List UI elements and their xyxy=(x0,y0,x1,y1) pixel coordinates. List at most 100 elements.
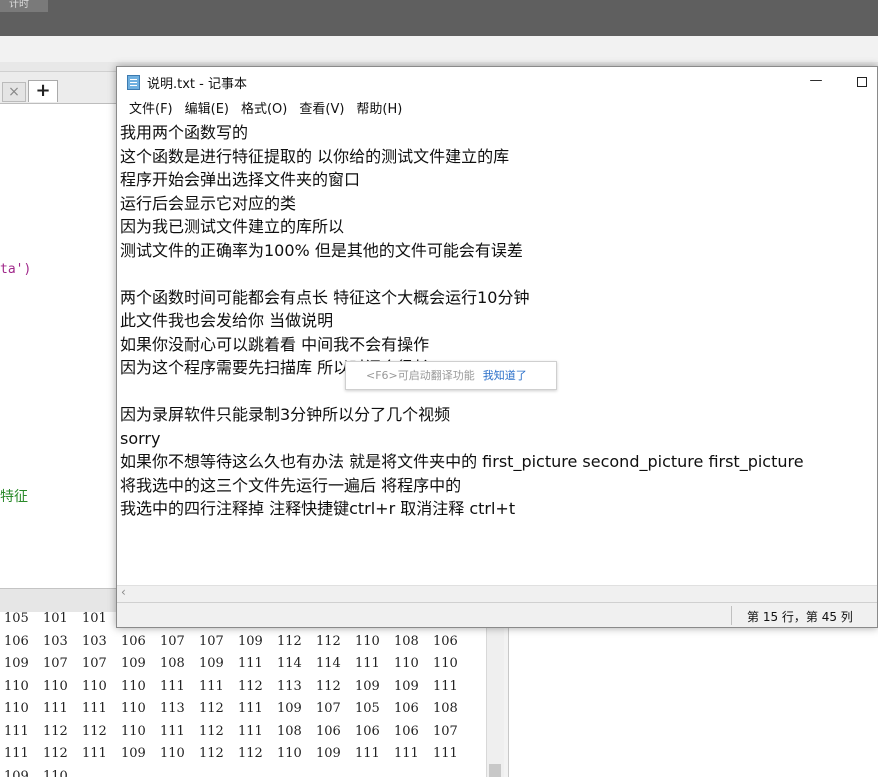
console-output-row: 105 101 101 xyxy=(0,611,117,633)
console-value: 112 xyxy=(82,723,107,739)
console-value: 109 xyxy=(316,746,341,761)
console-value: 107 xyxy=(433,723,458,739)
text-line: 因为我已测试文件建立的库所以 xyxy=(120,217,345,236)
console-value: 109 xyxy=(121,656,146,671)
console-value: 107 xyxy=(316,701,341,716)
console-value: 109 xyxy=(121,746,146,761)
code-comment-fragment: 特征 xyxy=(0,489,28,505)
add-tab-button[interactable]: + xyxy=(28,80,58,102)
console-value: 111 xyxy=(394,746,419,761)
console-output-row: 109 107 107 109 108 109 111 114 114 111 110 110 xyxy=(0,656,468,678)
text-line: 两个函数时间可能都会有点长 特征这个大概会运行10分钟 xyxy=(120,287,530,307)
console-value: 107 xyxy=(43,656,68,671)
console-value: 111 xyxy=(238,656,263,671)
ide-pane-splitter[interactable] xyxy=(0,588,118,612)
console-value: 106 xyxy=(121,633,146,649)
text-line: 测试文件的正确率为100% 但是其他的文件可能会有误差 xyxy=(120,240,523,260)
console-vertical-scrollbar[interactable] xyxy=(486,628,504,777)
console-value: 107 xyxy=(82,656,107,671)
console-value: 111 xyxy=(4,723,29,739)
notepad-icon xyxy=(127,75,140,90)
console-scroll-thumb[interactable] xyxy=(489,764,501,777)
tooltip-message: <F6>可启动翻译功能 xyxy=(366,369,475,382)
console-value: 111 xyxy=(433,746,458,761)
ide-top-tab[interactable]: 计时 xyxy=(0,0,48,12)
notepad-title-bar[interactable]: 说明.txt - 记事本 — xyxy=(117,67,877,97)
notepad-text-area[interactable]: 我用两个函数写的 这个函数是进行特征提取的 以你给的测试文件建立的库 程序开始会… xyxy=(120,121,860,584)
console-value: 108 xyxy=(277,723,302,739)
console-value: 106 xyxy=(316,723,341,739)
console-value: 111 xyxy=(199,678,224,694)
text-line xyxy=(120,262,860,286)
console-output-row: 110 111 111 110 113 112 111 109 107 105 106 108 xyxy=(0,701,468,723)
console-value: 108 xyxy=(394,633,419,649)
console-value: 110 xyxy=(82,678,107,694)
status-divider xyxy=(731,606,732,625)
console-value: 111 xyxy=(160,723,185,739)
console-value: 110 xyxy=(277,746,302,761)
console-value: 110 xyxy=(43,768,68,777)
console-value: 109 xyxy=(394,678,419,694)
text-line: 我用两个函数写的 xyxy=(120,123,249,142)
console-value: 101 xyxy=(43,611,68,626)
console-value: 114 xyxy=(316,656,341,671)
text-line: 运行后会显示它对应的类 xyxy=(120,193,297,213)
console-value: 112 xyxy=(316,678,341,694)
console-value: 112 xyxy=(199,746,224,761)
console-value: 110 xyxy=(43,678,68,694)
console-value: 106 xyxy=(355,723,380,739)
menu-help[interactable]: 帮助(H) xyxy=(350,99,408,121)
menu-format[interactable]: 格式(O) xyxy=(235,99,293,121)
maximize-icon xyxy=(857,77,867,87)
ide-title-bar xyxy=(0,0,878,36)
ide-right-panel xyxy=(508,628,878,777)
console-value: 111 xyxy=(238,701,263,716)
text-line: 程序开始会弹出选择文件夹的窗口 xyxy=(120,170,361,189)
console-value: 110 xyxy=(121,701,146,716)
console-value: 106 xyxy=(394,723,419,739)
menu-view[interactable]: 查看(V) xyxy=(293,99,350,121)
console-value: 112 xyxy=(316,633,341,649)
maximize-button[interactable] xyxy=(849,71,875,93)
text-line: 如果你没耐心可以跳着看 中间我不会有操作 xyxy=(120,334,430,354)
console-value: 111 xyxy=(355,746,380,761)
console-value: 112 xyxy=(238,678,263,694)
cursor-position: 第 15 行，第 45 列 xyxy=(747,610,853,624)
text-line: sorry xyxy=(120,428,161,448)
console-value: 106 xyxy=(433,633,458,649)
console-value: 110 xyxy=(121,723,146,739)
tooltip-dismiss-link[interactable]: 我知道了 xyxy=(483,369,527,382)
console-value: 107 xyxy=(160,633,185,649)
console-value: 112 xyxy=(277,633,302,649)
horizontal-scrollbar[interactable]: ‹ xyxy=(117,585,877,602)
console-value: 111 xyxy=(355,656,380,671)
console-value: 105 xyxy=(4,611,29,626)
text-line: 我选中的四行注释掉 注释快捷键ctrl+r 取消注释 ctrl+t xyxy=(120,499,516,518)
console-output-row: 109 110 xyxy=(0,769,78,777)
console-value: 113 xyxy=(277,678,302,694)
console-value: 112 xyxy=(238,746,263,761)
console-value: 110 xyxy=(394,656,419,671)
console-value: 112 xyxy=(199,723,224,739)
text-line: 因为录屏软件只能录制3分钟所以分了几个视频 xyxy=(120,405,451,424)
console-value: 111 xyxy=(433,678,458,694)
ide-toolbar xyxy=(0,36,878,64)
console-value: 109 xyxy=(277,701,302,716)
console-value: 110 xyxy=(160,746,185,761)
console-value: 112 xyxy=(43,723,68,739)
status-bar: 第 15 行，第 45 列 xyxy=(117,602,877,627)
close-tab-button[interactable]: × xyxy=(2,82,26,102)
menu-edit[interactable]: 编辑(E) xyxy=(179,99,235,121)
scroll-left-icon[interactable]: ‹ xyxy=(121,585,126,599)
ide-code-editor[interactable] xyxy=(0,104,118,588)
console-value: 111 xyxy=(160,678,185,694)
console-value: 109 xyxy=(238,633,263,649)
console-value: 109 xyxy=(4,768,29,777)
console-value: 111 xyxy=(238,723,263,739)
translate-tooltip: <F6>可启动翻译功能 我知道了 xyxy=(345,361,557,390)
console-value: 111 xyxy=(82,746,107,761)
console-value: 106 xyxy=(394,701,419,716)
console-value: 110 xyxy=(121,678,146,694)
minimize-button[interactable]: — xyxy=(803,71,829,93)
menu-file[interactable]: 文件(F) xyxy=(123,99,179,121)
